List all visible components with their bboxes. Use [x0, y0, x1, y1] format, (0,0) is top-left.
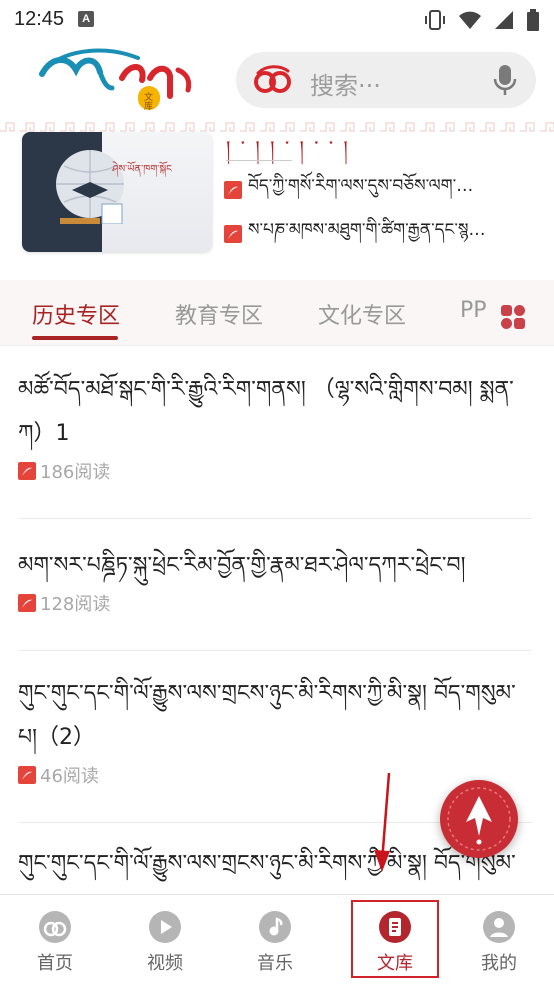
featured-doc-link[interactable]: བོད་ཀྱི་གསོ་རིག་ལས་དུས་བཅོས་ལག་… [224, 176, 534, 204]
pdf-icon [18, 766, 36, 784]
nav-label: 视频 [147, 953, 183, 974]
list-item[interactable]: མག་སར་པཎྜིཏ་སྐུ་ཕྲེང་རིམ་བྱོན་གྱི་རྣམ་ཐར… [18, 544, 532, 616]
tab-education[interactable]: 教育专区 [175, 298, 263, 330]
read-count: 128阅读 [40, 594, 111, 615]
vibrate-icon [425, 10, 445, 30]
doc-title: མག་སར་པཎྜིཏ་སྐུ་ཕྲེང་རིམ་བྱོན་གྱི་རྣམ་ཐར… [18, 553, 466, 578]
battery-icon [527, 9, 539, 31]
divider [18, 650, 532, 651]
divider [18, 518, 532, 519]
list-item[interactable]: གུང་གུང་དང་གི་ལོ་རྒྱུས་ལས་གྲངས་ཉུང་མི་རི… [18, 672, 532, 788]
nav-profile[interactable]: 我的 [444, 895, 554, 984]
fab-arrow-icon [447, 787, 511, 851]
featured-doc-title: བོད་ཀྱི་གསོ་རིག་ལས་དུས་བཅོས་ལག་… [248, 176, 474, 196]
thumbnail-caption: ཤེས་ཡོན་ཁག་སྐོང [112, 164, 172, 175]
floating-action-button[interactable] [440, 780, 518, 858]
notification-icon: A [78, 11, 95, 27]
music-icon [259, 911, 291, 943]
read-count: 186阅读 [40, 462, 111, 483]
search-bar[interactable]: 搜索··· [236, 52, 536, 108]
microphone-icon[interactable] [492, 63, 518, 99]
nav-video[interactable]: 视频 [110, 895, 220, 984]
featured-card[interactable]: ཤེས་ཡོན་ཁག་སྐོང ། ་ ། ། ་ ། ་ ་ ། བོད་ཀྱ… [0, 132, 554, 272]
divider [226, 160, 292, 161]
featured-doc-title: ས་པཎ་མཁས་མཐུག་གི་ཚིག་རྒྱན་དང་སྙ… [248, 220, 486, 240]
doc-meta: 186阅读 [18, 458, 532, 484]
bottom-navigation: 首页 视频 音乐 文库 我的 [0, 894, 554, 984]
video-icon [149, 911, 181, 943]
pdf-icon [18, 594, 36, 612]
cell-signal-icon [495, 11, 513, 29]
pdf-icon [18, 462, 36, 480]
logo-subtitle: 文库 [142, 92, 152, 110]
nav-music[interactable]: 音乐 [220, 895, 330, 984]
app-swirl-icon [254, 65, 291, 93]
nav-library[interactable]: 文库 [340, 895, 450, 984]
nav-label: 音乐 [257, 953, 293, 974]
pdf-icon [224, 225, 242, 243]
nav-label: 我的 [481, 953, 517, 974]
nav-home[interactable]: 首页 [0, 895, 110, 984]
active-tab-indicator [32, 336, 118, 340]
home-icon [39, 911, 71, 943]
library-icon [379, 911, 411, 943]
tab-culture[interactable]: 文化专区 [318, 298, 406, 330]
profile-icon [483, 911, 515, 943]
nav-label: 首页 [37, 953, 73, 974]
doc-meta: 128阅读 [18, 590, 532, 616]
app-logo[interactable]: 文库 [38, 44, 198, 114]
category-tabs: 历史专区 教育专区 文化专区 PP [0, 280, 554, 346]
search-input[interactable]: 搜索··· [310, 66, 381, 101]
grid-menu-icon[interactable] [500, 304, 526, 330]
pdf-icon [224, 181, 242, 199]
status-time: 12:45 [14, 7, 65, 30]
featured-thumbnail[interactable]: ཤེས་ཡོན་ཁག་སྐོང [22, 132, 212, 252]
nav-label: 文库 [377, 953, 413, 974]
doc-title: གུང་གུང་དང་གི་ལོ་རྒྱུས་ལས་གྲངས་ཉུང་མི་རི… [18, 681, 516, 750]
wifi-icon [459, 11, 481, 29]
status-bar: 12:45 A [0, 0, 554, 38]
featured-doc-link[interactable]: ས་པཎ་མཁས་མཐུག་གི་ཚིག་རྒྱན་དང་སྙ… [224, 220, 534, 248]
status-icons [424, 9, 540, 31]
doc-title: མཚོ་བོད་མཐོ་སྒང་གི་རི་རྒྱུའི་རིག་གནས། （ལ… [18, 377, 514, 446]
list-item[interactable]: མཚོ་བོད་མཐོ་སྒང་གི་རི་རྒྱུའི་རིག་གནས། （ལ… [18, 368, 532, 484]
read-count: 46阅读 [40, 766, 99, 787]
tab-history[interactable]: 历史专区 [32, 298, 120, 330]
app-header: 文库 搜索··· [0, 38, 554, 120]
tab-pp[interactable]: PP [460, 298, 487, 323]
